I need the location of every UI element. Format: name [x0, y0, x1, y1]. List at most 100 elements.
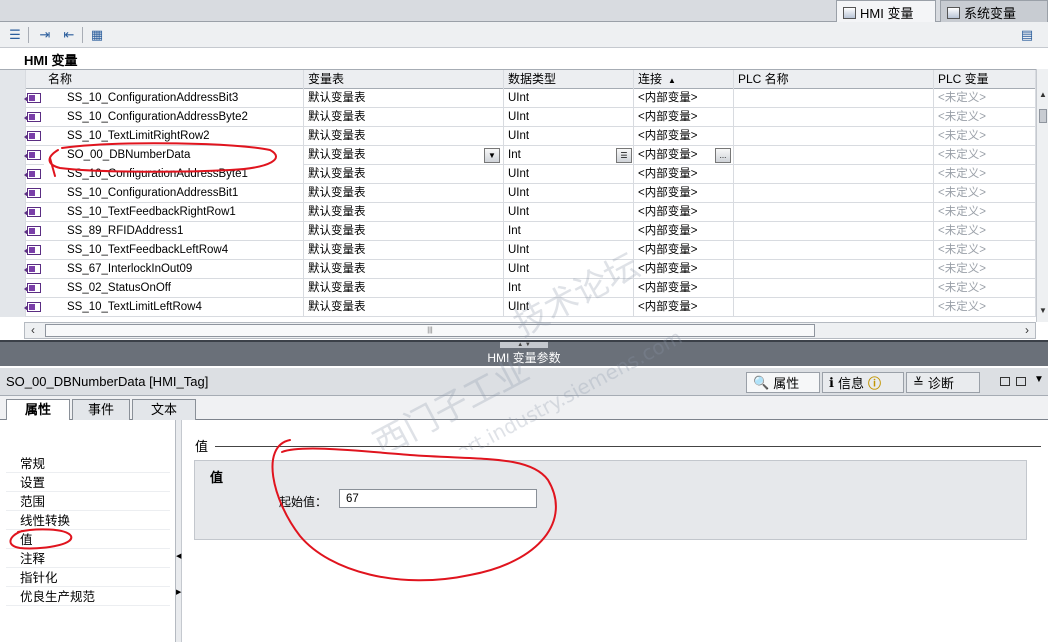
- cell-plc-tag[interactable]: <未定义>: [934, 165, 1036, 184]
- cell-plc-tag[interactable]: <未定义>: [934, 241, 1036, 260]
- column-header-plc-tag[interactable]: PLC 变量: [934, 70, 1036, 89]
- cell-tag-table[interactable]: 默认变量表: [304, 108, 504, 127]
- scroll-down-icon[interactable]: ▼: [1038, 305, 1048, 317]
- cell-plc-tag[interactable]: <未定义>: [934, 89, 1036, 108]
- cell-data-type[interactable]: UInt: [504, 108, 634, 127]
- cell-connection[interactable]: <内部变量>: [634, 279, 734, 298]
- column-header-plc-name[interactable]: PLC 名称: [734, 70, 934, 89]
- row-selector[interactable]: [0, 165, 26, 184]
- vertical-scroll-thumb[interactable]: [1039, 109, 1047, 123]
- nav-item-settings[interactable]: 设置: [6, 474, 170, 492]
- row-selector[interactable]: [0, 279, 26, 298]
- splitter-bar[interactable]: ▲ ▼ HMI 变量参数: [0, 340, 1048, 366]
- data-type-list-icon[interactable]: ☰: [616, 148, 632, 163]
- cell-connection[interactable]: <内部变量>: [634, 108, 734, 127]
- collapse-chevron-icon[interactable]: ▼: [1034, 374, 1044, 385]
- cell-plc-name[interactable]: [734, 89, 934, 108]
- cell-tag-table[interactable]: 默认变量表: [304, 260, 504, 279]
- splitter-grip-icon[interactable]: ▲ ▼: [500, 342, 548, 348]
- cell-connection[interactable]: <内部变量>: [634, 89, 734, 108]
- tag-tree-icon[interactable]: ▦: [88, 26, 106, 44]
- nav-item-general[interactable]: 常规: [6, 455, 170, 473]
- cell-connection[interactable]: <内部变量>: [634, 241, 734, 260]
- cell-tag-table[interactable]: 默认变量表: [304, 127, 504, 146]
- row-selector[interactable]: [0, 203, 26, 222]
- cell-plc-name[interactable]: [734, 203, 934, 222]
- cell-data-type[interactable]: UInt: [504, 165, 634, 184]
- cell-plc-name[interactable]: [734, 260, 934, 279]
- row-selector[interactable]: [0, 108, 26, 127]
- cell-name[interactable]: SS_10_TextLimitRightRow2: [44, 127, 304, 146]
- cell-plc-tag[interactable]: <未定义>: [934, 260, 1036, 279]
- cell-tag-table[interactable]: 默认变量表: [304, 184, 504, 203]
- nav-collapse-bar[interactable]: ◀ ▶: [176, 420, 182, 642]
- subtab-attributes[interactable]: 属性: [6, 399, 70, 421]
- cell-name[interactable]: SS_10_TextLimitLeftRow4: [44, 298, 304, 317]
- table-row[interactable]: SS_67_InterlockInOut09 默认变量表 UInt <内部变量> <未定…: [0, 260, 1036, 279]
- cell-plc-name[interactable]: [734, 184, 934, 203]
- cell-plc-tag[interactable]: <未定义>: [934, 298, 1036, 317]
- start-value-input[interactable]: [339, 489, 537, 508]
- tab-hmi-tags[interactable]: HMI 变量: [836, 0, 936, 22]
- table-row[interactable]: SS_10_ConfigurationAddressByte1 默认变量表 UInt…: [0, 165, 1036, 184]
- column-header-name[interactable]: 名称: [44, 70, 304, 89]
- cell-connection[interactable]: <内部变量>: [634, 222, 734, 241]
- row-selector[interactable]: [0, 241, 26, 260]
- collapse-right-icon[interactable]: ▶: [176, 588, 181, 596]
- nav-item-comment[interactable]: 注释: [6, 550, 170, 568]
- cell-name[interactable]: SS_10_ConfigurationAddressBit1: [44, 184, 304, 203]
- cell-data-type[interactable]: UInt: [504, 298, 634, 317]
- nav-item-value[interactable]: 值: [6, 531, 170, 549]
- cell-plc-tag[interactable]: <未定义>: [934, 203, 1036, 222]
- cell-plc-name[interactable]: [734, 298, 934, 317]
- subtab-events[interactable]: 事件: [72, 399, 130, 420]
- cell-name[interactable]: SS_67_InterlockInOut09: [44, 260, 304, 279]
- cell-data-type[interactable]: UInt: [504, 127, 634, 146]
- cell-data-type[interactable]: UInt: [504, 203, 634, 222]
- nav-item-gmp[interactable]: 优良生产规范: [6, 588, 170, 606]
- table-row[interactable]: SS_89_RFIDAddress1 默认变量表 Int <内部变量> <未定义>: [0, 222, 1036, 241]
- collapse-left-icon[interactable]: ◀: [176, 552, 181, 560]
- cell-tag-table[interactable]: 默认变量表: [304, 203, 504, 222]
- connection-browse-icon[interactable]: ...: [715, 148, 731, 163]
- cell-tag-table[interactable]: 默认变量表: [304, 279, 504, 298]
- horizontal-scrollbar[interactable]: ‹ ||| ›: [24, 322, 1036, 339]
- cell-tag-table[interactable]: 默认变量表: [304, 89, 504, 108]
- nav-item-pointer[interactable]: 指针化: [6, 569, 170, 587]
- row-selector[interactable]: [0, 260, 26, 279]
- cell-tag-table[interactable]: 默认变量表: [304, 146, 504, 165]
- cell-data-type[interactable]: UInt: [504, 184, 634, 203]
- scroll-left-icon[interactable]: ‹: [25, 323, 41, 338]
- row-selector[interactable]: [0, 146, 26, 165]
- cell-tag-table[interactable]: 默认变量表: [304, 165, 504, 184]
- cell-connection[interactable]: <内部变量>: [634, 203, 734, 222]
- cell-name[interactable]: SS_10_ConfigurationAddressByte1: [44, 165, 304, 184]
- row-selector-header[interactable]: [0, 70, 26, 89]
- inspector-tab-diagnostics[interactable]: ≚ 诊断: [906, 372, 980, 393]
- scroll-up-icon[interactable]: ▲: [1038, 89, 1048, 101]
- table-row[interactable]: SS_10_ConfigurationAddressBit3 默认变量表 UInt <…: [0, 89, 1036, 108]
- cell-plc-name[interactable]: [734, 279, 934, 298]
- inspector-tab-info[interactable]: ℹ 信息 ⓘ: [822, 372, 904, 393]
- cell-plc-tag[interactable]: <未定义>: [934, 127, 1036, 146]
- column-header-data-type[interactable]: 数据类型: [504, 70, 634, 89]
- table-row[interactable]: SS_10_TextFeedbackLeftRow4 默认变量表 UInt <内部变量…: [0, 241, 1036, 260]
- column-header-tag-table[interactable]: 变量表: [304, 70, 504, 89]
- tag-table-dropdown-icon[interactable]: ▼: [484, 148, 500, 163]
- table-row[interactable]: SS_10_ConfigurationAddressByte2 默认变量表 UInt…: [0, 108, 1036, 127]
- row-selector[interactable]: [0, 89, 26, 108]
- row-selector[interactable]: [0, 127, 26, 146]
- cell-connection[interactable]: <内部变量>: [634, 298, 734, 317]
- cell-plc-tag[interactable]: <未定义>: [934, 222, 1036, 241]
- inspector-tab-properties[interactable]: 🔍 属性: [746, 372, 820, 393]
- cell-tag-table[interactable]: 默认变量表: [304, 241, 504, 260]
- cell-plc-name[interactable]: [734, 127, 934, 146]
- cell-connection[interactable]: <内部变量>: [634, 165, 734, 184]
- cell-connection[interactable]: <内部变量>: [634, 260, 734, 279]
- cell-data-type[interactable]: Int: [504, 222, 634, 241]
- cell-plc-name[interactable]: [734, 241, 934, 260]
- tab-system-tags[interactable]: 系统变量: [940, 0, 1048, 22]
- row-selector[interactable]: [0, 184, 26, 203]
- scroll-right-icon[interactable]: ›: [1019, 323, 1035, 338]
- cell-name[interactable]: SS_10_TextFeedbackRightRow1: [44, 203, 304, 222]
